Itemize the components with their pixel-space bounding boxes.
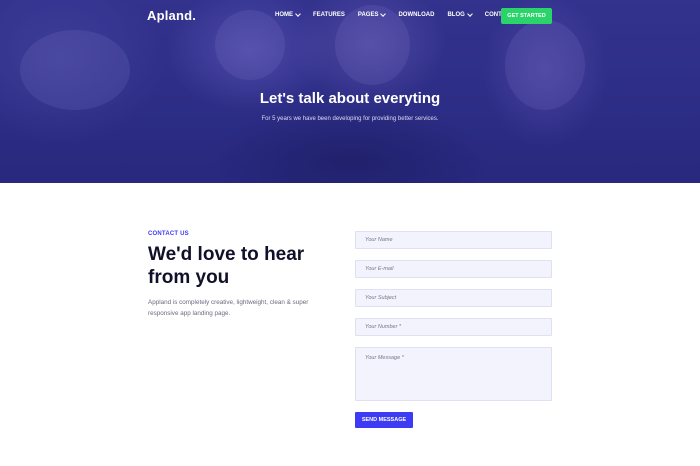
nav-item-label: FEATURES [313,12,345,18]
nav-item-label: BLOG [447,12,465,18]
name-input[interactable] [355,231,552,249]
contact-eyebrow: CONTACT US [148,231,189,237]
number-input[interactable] [355,318,552,336]
hero-title: Let's talk about everyting [259,90,441,107]
message-textarea[interactable] [355,347,552,401]
nav-item-label: DOWNLOAD [398,12,435,18]
nav-item-blog[interactable]: BLOG [447,10,473,18]
subject-input[interactable] [355,289,552,307]
hero-banner: Apland. HOME FEATURES PAGES DOWNLOAD BLO… [0,0,700,183]
get-started-button[interactable]: GET STARTED [501,8,552,24]
chevron-down-icon [380,10,387,17]
nav-item-features[interactable]: FEATURES [313,12,345,18]
nav-item-home[interactable]: HOME [275,10,301,18]
send-message-button[interactable]: SEND MESSAGE [355,412,413,428]
nav-item-label: HOME [275,12,293,18]
contact-heading: We'd love to hear from you [148,244,305,288]
contact-description: Appland is completely creative, lightwei… [148,299,309,317]
nav-item-label: PAGES [357,12,379,18]
chevron-down-icon [295,10,301,17]
hero-subtitle: For 5 years we have been developing for … [261,116,439,122]
top-navbar: Apland. HOME FEATURES PAGES DOWNLOAD BLO… [0,0,700,34]
nav-item-download[interactable]: DOWNLOAD [398,12,434,18]
main-menu: HOME FEATURES PAGES DOWNLOAD BLOG CONTAC… [275,10,527,18]
chevron-down-icon [466,10,473,17]
site-logo[interactable]: Apland. [147,8,196,23]
nav-item-pages[interactable]: PAGES [357,10,387,18]
email-input[interactable] [355,260,552,278]
